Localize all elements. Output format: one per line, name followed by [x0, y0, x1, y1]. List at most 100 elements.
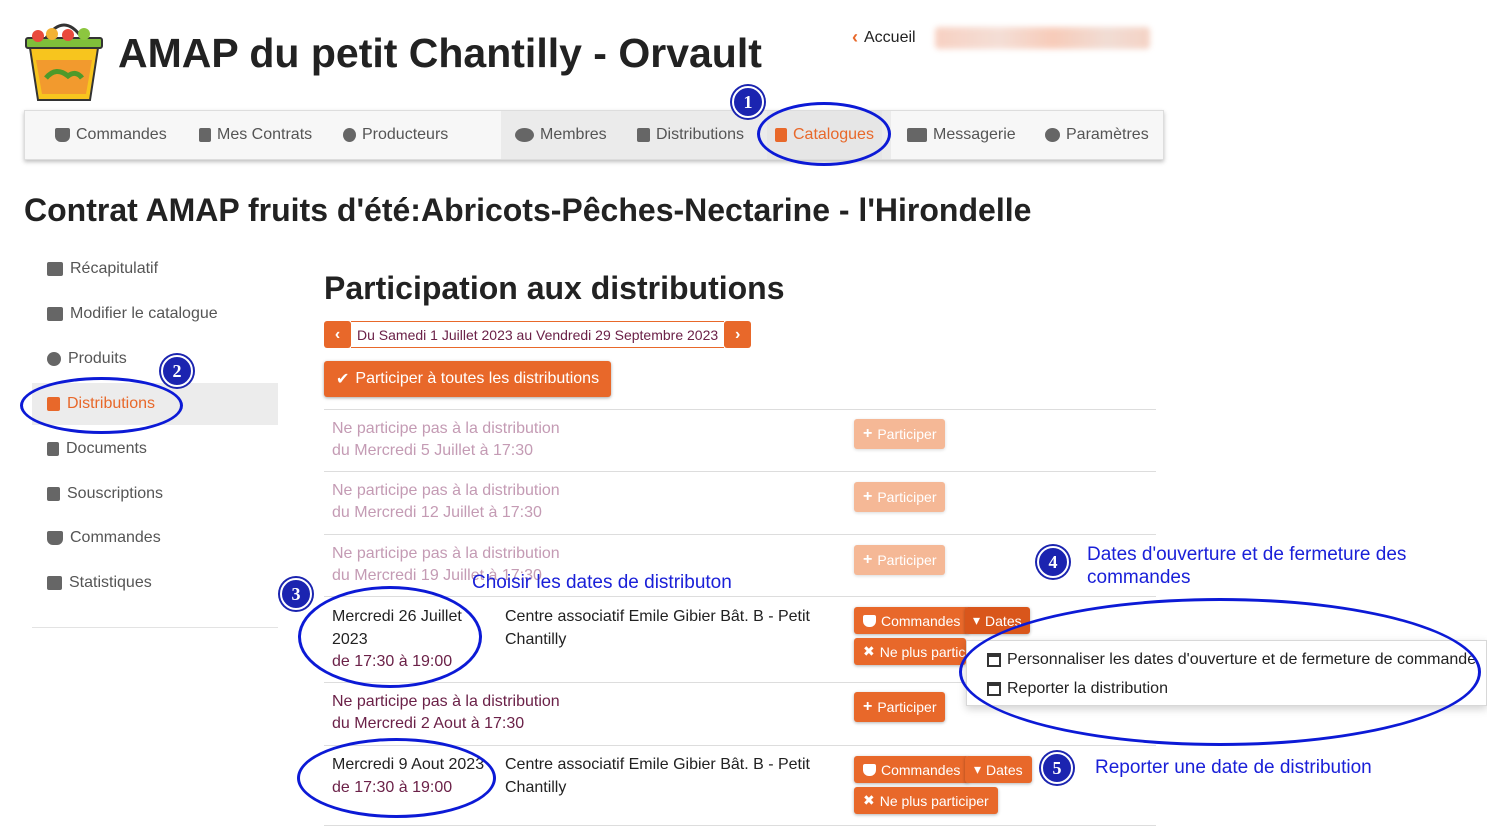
row-divider [324, 471, 1156, 472]
button-label: Participer [877, 699, 937, 715]
nav-item-messagerie[interactable]: Messagerie [907, 111, 1016, 159]
caret-down-icon: ▾ [973, 612, 981, 628]
nav-label: Distributions [656, 126, 745, 143]
sidebar-item-commandes[interactable]: Commandes [32, 517, 278, 559]
place-line: Chantilly [505, 630, 567, 648]
step-badge: 1 [732, 86, 764, 118]
annotation-note: Reporter une date de distribution [1095, 757, 1372, 778]
participate-button[interactable]: + Participer [854, 482, 946, 512]
period-label: Du Samedi 1 Juillet 2023 au Vendredi 29 … [351, 321, 725, 348]
orders-button[interactable]: Commandes [854, 756, 970, 783]
sidebar-item-souscriptions[interactable]: Souscriptions [32, 473, 278, 515]
nav-label: Commandes [76, 126, 167, 143]
annotation-line: commandes [1087, 567, 1191, 588]
participate-button[interactable]: + Participer [854, 692, 946, 722]
step-badge: 5 [1041, 752, 1073, 784]
sidebar-item-recapitulatif[interactable]: Récapitulatif [32, 248, 278, 290]
participate-button[interactable]: + Participer [854, 419, 946, 449]
gear-icon [1045, 128, 1060, 142]
basket-icon [863, 614, 876, 627]
calendar-icon [637, 128, 650, 142]
basket-icon [863, 763, 876, 776]
highlight-ellipse [297, 738, 496, 818]
home-link[interactable]: ‹ Accueil [852, 27, 916, 48]
plus-icon: + [863, 698, 873, 715]
nav-label: Paramètres [1066, 126, 1149, 143]
annotation-line: Dates d'ouverture et de fermeture des [1087, 544, 1407, 565]
button-label: Ne plus participer [879, 792, 989, 809]
blurred-user-info [935, 27, 1150, 49]
nav-label: Messagerie [933, 126, 1016, 143]
button-label: Participer [877, 489, 937, 505]
basket-icon [55, 128, 70, 142]
sidebar-item-label: Produits [68, 350, 127, 367]
apple-icon [47, 352, 61, 366]
edit-icon [47, 307, 63, 321]
nav-item-mes-contrats[interactable]: Mes Contrats [199, 111, 312, 159]
caret-down-icon: ▾ [974, 761, 982, 777]
participate-button[interactable]: + Participer [854, 545, 946, 575]
home-icon [47, 262, 63, 276]
sidebar-item-modifier-catalogue[interactable]: Modifier le catalogue [32, 293, 278, 335]
annotation-note: Dates d'ouverture et de fermeture des co… [1087, 543, 1406, 589]
highlight-ellipse [20, 377, 183, 434]
place-line: Centre associatif Emile Gibier Bât. B - … [505, 756, 810, 773]
distribution-date: du Mercredi 5 Juillet à 17:30 [332, 442, 533, 459]
next-period-button[interactable]: › [724, 321, 752, 348]
stop-participating-button[interactable]: ✖ Ne plus participer [854, 787, 998, 814]
pdf-icon [47, 442, 59, 456]
highlight-ellipse [298, 586, 482, 688]
nav-item-distributions[interactable]: Distributions [637, 111, 744, 159]
users-icon [515, 128, 534, 142]
button-label: Dates [986, 761, 1023, 778]
envelope-icon [907, 128, 927, 142]
step-badge: 2 [161, 355, 193, 387]
button-label: Ne plus partici [879, 643, 966, 660]
book-icon [199, 128, 211, 142]
chart-icon [47, 576, 62, 590]
sidebar-item-produits[interactable]: Produits [32, 338, 278, 380]
button-label: Commandes [881, 761, 961, 778]
farmer-icon [343, 128, 356, 142]
close-icon: ✖ [863, 643, 875, 659]
previous-period-button[interactable]: ‹ [324, 321, 351, 348]
status-text: Ne participe pas à la distribution [332, 693, 560, 710]
distribution-date: du Mercredi 2 Aout à 17:30 [332, 715, 525, 732]
highlight-ellipse [757, 102, 891, 166]
nav-label: Mes Contrats [217, 126, 313, 143]
status-text: Ne participe pas à la distribution [332, 420, 560, 437]
participate-all-button[interactable]: ✔ Participer à toutes les distributions [324, 361, 612, 397]
sidebar-item-statistiques[interactable]: Statistiques [32, 562, 278, 604]
nav-item-parametres[interactable]: Paramètres [1045, 111, 1149, 159]
nav-label: Producteurs [362, 126, 449, 143]
chevron-left-icon: ‹ [852, 27, 858, 47]
place-line: Chantilly [505, 778, 567, 796]
row-divider [324, 409, 1156, 410]
page-title: Contrat AMAP fruits d'été:Abricots-Pêche… [24, 192, 1032, 228]
nav-item-commandes[interactable]: Commandes [55, 111, 167, 159]
button-label: Participer à toutes les distributions [355, 370, 600, 387]
step-badge: 3 [280, 578, 312, 610]
button-label: Participer [877, 552, 937, 568]
sidebar-item-label: Souscriptions [67, 485, 164, 502]
sidebar-item-label: Modifier le catalogue [70, 305, 218, 322]
sidebar-item-label: Commandes [70, 529, 161, 546]
check-icon: ✔ [336, 371, 350, 388]
distribution-place: Centre associatif Emile Gibier Bât. B - … [505, 606, 835, 651]
button-label: Commandes [881, 612, 961, 629]
status-text: Ne participe pas à la distribution [332, 482, 560, 499]
dates-dropdown-button[interactable]: ▾ Dates [965, 756, 1032, 783]
row-divider [324, 825, 1156, 826]
distribution-row-status: Ne participe pas à la distribution du Me… [332, 418, 560, 462]
nav-label: Membres [540, 126, 607, 143]
button-label: Participer [877, 426, 937, 442]
stop-participating-button[interactable]: ✖ Ne plus partici [854, 638, 966, 665]
home-link-label: Accueil [864, 28, 916, 46]
sidebar-item-documents[interactable]: Documents [32, 428, 278, 470]
nav-item-membres[interactable]: Membres [515, 111, 607, 159]
nav-item-producteurs[interactable]: Producteurs [343, 111, 448, 159]
sidebar-item-label: Documents [66, 440, 147, 457]
orders-button[interactable]: Commandes [854, 607, 970, 634]
plus-icon: + [863, 425, 873, 442]
period-selector: ‹ Du Samedi 1 Juillet 2023 au Vendredi 2… [324, 321, 752, 348]
